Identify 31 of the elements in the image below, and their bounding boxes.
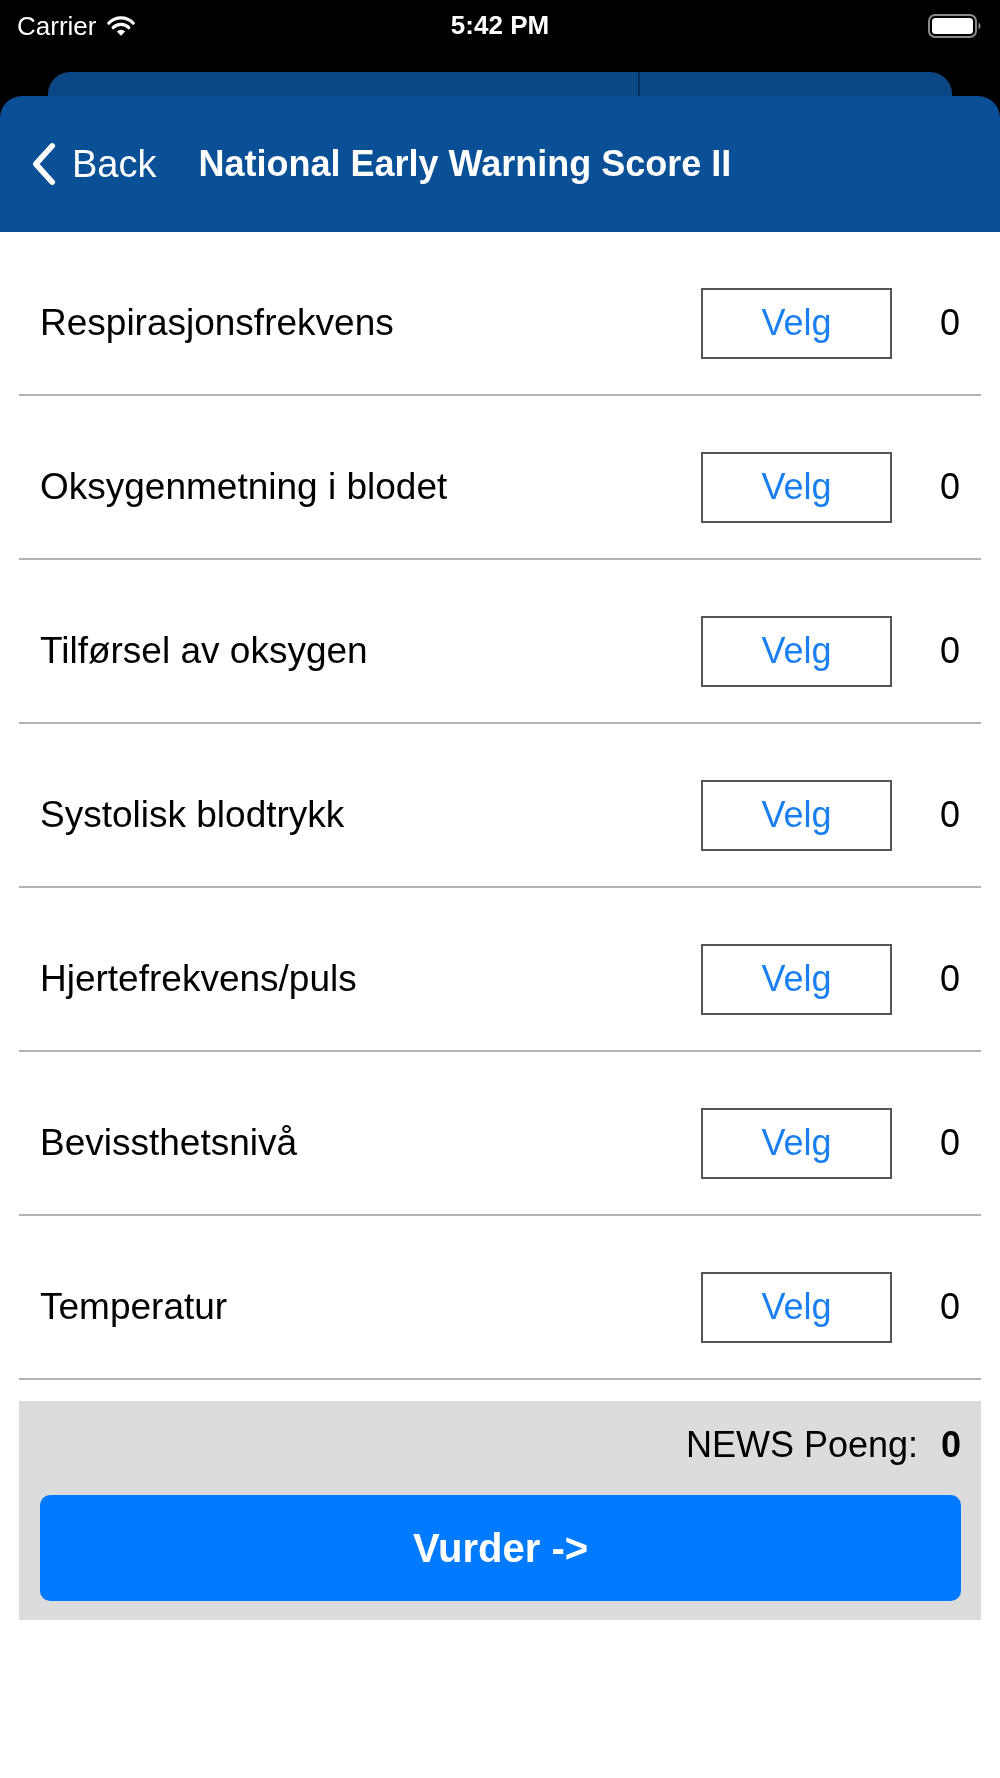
total-score-label: NEWS Poeng:	[685, 1424, 918, 1466]
parameter-label: Hjertefrekvens/puls	[39, 958, 358, 1000]
select-button[interactable]: Velg	[701, 615, 892, 687]
select-button[interactable]: Velg	[701, 1107, 892, 1179]
status-time: 5:42 PM	[450, 10, 550, 41]
battery-icon	[928, 14, 982, 38]
parameter-score: 0	[938, 958, 961, 1000]
wifi-icon	[106, 15, 137, 37]
parameter-label: Tilførsel av oksygen	[39, 630, 369, 672]
chevron-left-icon	[30, 141, 58, 187]
back-button[interactable]: Back	[30, 141, 157, 187]
parameter-label: Respirasjonsfrekvens	[39, 302, 395, 344]
parameter-label: Oksygenmetning i blodet	[39, 466, 449, 508]
parameter-score: 0	[938, 630, 961, 672]
parameter-score: 0	[938, 1286, 961, 1328]
screen-title: National Early Warning Score II	[198, 143, 732, 185]
parameter-score: 0	[938, 1122, 961, 1164]
select-button[interactable]: Velg	[701, 943, 892, 1015]
select-button[interactable]: Velg	[701, 287, 892, 359]
parameter-label: Temperatur	[39, 1286, 229, 1328]
select-button[interactable]: Velg	[701, 451, 892, 523]
carrier-label: Carrier	[17, 10, 97, 42]
parameter-label: Bevissthetsnivå	[39, 1122, 299, 1164]
parameter-label: Systolisk blodtrykk	[39, 794, 346, 836]
select-button[interactable]: Velg	[701, 779, 892, 851]
parameter-score: 0	[938, 302, 961, 344]
parameter-score: 0	[938, 466, 961, 508]
total-score-value: 0	[940, 1424, 961, 1466]
select-button[interactable]: Velg	[701, 1271, 892, 1343]
assess-button[interactable]: Vurder ->	[40, 1495, 961, 1601]
parameter-score: 0	[938, 794, 961, 836]
